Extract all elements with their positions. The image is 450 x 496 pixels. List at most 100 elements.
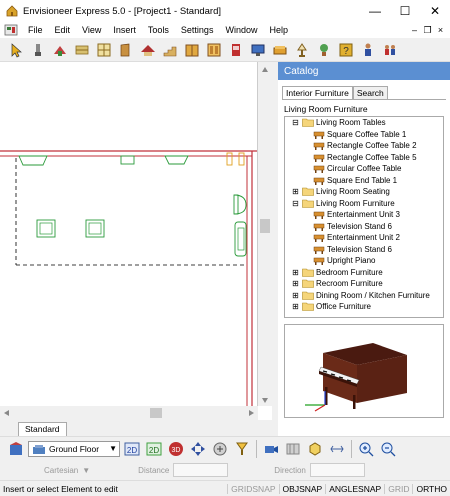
menu-file[interactable]: File <box>22 25 49 35</box>
figures-icon[interactable] <box>380 40 400 60</box>
document-icon[interactable] <box>4 24 18 36</box>
tree-item[interactable]: Television Stand 6 <box>285 244 443 256</box>
furniture-sofa-side-top[interactable] <box>233 194 247 215</box>
tree-item[interactable]: Upright Piano <box>285 255 443 267</box>
stairs-icon[interactable] <box>160 40 180 60</box>
horizontal-scrollbar[interactable] <box>0 406 258 420</box>
view-3d-icon[interactable]: 3D <box>166 439 186 459</box>
cabinet-doors-icon[interactable] <box>204 40 224 60</box>
select-arrow-icon[interactable] <box>6 40 26 60</box>
tree-item[interactable]: Entertainment Unit 3 <box>285 209 443 221</box>
coordinate-mode-chevron-icon[interactable]: ▼ <box>82 466 90 475</box>
person-icon[interactable] <box>358 40 378 60</box>
dropper-icon[interactable] <box>28 40 48 60</box>
furniture-end-table[interactable] <box>120 155 135 165</box>
tab-search[interactable]: Search <box>352 86 388 99</box>
furniture-sofa-top[interactable] <box>18 155 48 166</box>
wall-mode-icon[interactable] <box>283 439 303 459</box>
menu-settings[interactable]: Settings <box>175 25 220 35</box>
cabinet-icon[interactable] <box>182 40 202 60</box>
camera-icon[interactable] <box>261 439 281 459</box>
expand-icon[interactable]: ⊞ <box>291 302 300 311</box>
menu-insert[interactable]: Insert <box>107 25 142 35</box>
sofa-icon[interactable] <box>270 40 290 60</box>
camera-arrows-icon[interactable] <box>188 439 208 459</box>
coordinate-mode[interactable]: Cartesian <box>44 466 78 475</box>
tab-interior-furniture[interactable]: Interior Furniture <box>282 86 353 99</box>
door-icon[interactable] <box>116 40 136 60</box>
window-tool-icon[interactable] <box>94 40 114 60</box>
collapse-icon[interactable]: ⊟ <box>291 118 300 127</box>
wall-icon[interactable] <box>72 40 92 60</box>
tree-item[interactable]: Rectangle Coffee Table 2 <box>285 140 443 152</box>
scroll-down-icon[interactable] <box>262 398 268 403</box>
cube-icon[interactable] <box>305 439 325 459</box>
material-icon[interactable] <box>50 40 70 60</box>
furniture-lamp-2[interactable] <box>238 152 245 166</box>
furniture-lamp-1[interactable] <box>226 152 233 166</box>
scroll-right-icon[interactable] <box>249 410 254 416</box>
status-objsnap[interactable]: OBJSNAP <box>278 483 326 494</box>
direction-input[interactable] <box>309 463 365 477</box>
distance-input[interactable] <box>173 463 229 477</box>
monitor-icon[interactable] <box>248 40 268 60</box>
tree-folder[interactable]: ⊞ Living Room Seating <box>285 186 443 198</box>
expand-icon[interactable]: ⊞ <box>291 268 300 277</box>
plant-icon[interactable] <box>314 40 334 60</box>
help-icon[interactable]: ? <box>336 40 356 60</box>
roof-icon[interactable] <box>138 40 158 60</box>
tab-standard[interactable]: Standard <box>18 422 67 436</box>
expand-icon[interactable]: ⊞ <box>291 279 300 288</box>
menu-window[interactable]: Window <box>219 25 263 35</box>
drawing-canvas[interactable] <box>0 62 258 406</box>
close-button[interactable]: ✕ <box>420 0 450 22</box>
menu-edit[interactable]: Edit <box>49 25 77 35</box>
scroll-thumb-vertical[interactable] <box>260 219 270 233</box>
furniture-chair[interactable] <box>164 155 189 165</box>
lamp-icon[interactable] <box>292 40 312 60</box>
walkthrough-icon[interactable] <box>210 439 230 459</box>
floor-manager-icon[interactable] <box>6 439 26 459</box>
tree-item[interactable]: Television Stand 6 <box>285 221 443 233</box>
zoom-in-icon[interactable] <box>356 439 376 459</box>
furniture-sofa-side[interactable] <box>234 221 247 257</box>
tree-item[interactable]: Square End Table 1 <box>285 175 443 187</box>
collapse-icon[interactable]: ⊟ <box>291 199 300 208</box>
menu-tools[interactable]: Tools <box>142 25 175 35</box>
status-grid[interactable]: GRID <box>384 483 412 494</box>
tree-folder[interactable]: ⊞ Bedroom Furniture <box>285 267 443 279</box>
dimension-icon[interactable] <box>327 439 347 459</box>
maximize-button[interactable]: ☐ <box>390 0 420 22</box>
status-ortho[interactable]: ORTHO <box>412 483 450 494</box>
expand-icon[interactable]: ⊞ <box>291 187 300 196</box>
vertical-scrollbar[interactable] <box>258 62 272 406</box>
scroll-up-icon[interactable] <box>262 67 268 72</box>
menu-view[interactable]: View <box>76 25 107 35</box>
tree-item[interactable]: Circular Coffee Table <box>285 163 443 175</box>
tree-folder[interactable]: ⊞ Recroom Furniture <box>285 278 443 290</box>
tree-folder[interactable]: ⊟ Living Room Tables <box>285 117 443 129</box>
tree-item[interactable]: Rectangle Coffee Table 5 <box>285 152 443 164</box>
tree-item[interactable]: Square Coffee Table 1 <box>285 129 443 141</box>
scroll-thumb-horizontal[interactable] <box>150 408 162 418</box>
doc-restore-icon[interactable]: ❐ <box>422 25 433 36</box>
minimize-button[interactable]: — <box>360 0 390 22</box>
zoom-out-icon[interactable] <box>378 439 398 459</box>
expand-icon[interactable]: ⊞ <box>291 291 300 300</box>
tree-folder[interactable]: ⊞ Office Furniture <box>285 301 443 313</box>
floor-select[interactable]: Ground Floor ▼ <box>28 440 120 457</box>
tree-folder[interactable]: ⊟ Living Room Furniture <box>285 198 443 210</box>
view-2d-alt-icon[interactable]: 2D <box>144 439 164 459</box>
render-icon[interactable] <box>232 439 252 459</box>
doc-close-icon[interactable]: × <box>435 25 446 36</box>
tree-item[interactable]: Entertainment Unit 2 <box>285 232 443 244</box>
fixtures-icon[interactable] <box>226 40 246 60</box>
scroll-left-icon[interactable] <box>4 410 9 416</box>
view-2d-icon[interactable]: 2D <box>122 439 142 459</box>
menu-help[interactable]: Help <box>263 25 294 35</box>
status-anglesnap[interactable]: ANGLESNAP <box>325 483 384 494</box>
tree-folder[interactable]: ⊞ Dining Room / Kitchen Furniture <box>285 290 443 302</box>
chevron-down-icon[interactable]: ▼ <box>109 444 117 453</box>
status-gridsnap[interactable]: GRIDSNAP <box>227 483 278 494</box>
doc-minimize-icon[interactable]: – <box>409 25 420 36</box>
